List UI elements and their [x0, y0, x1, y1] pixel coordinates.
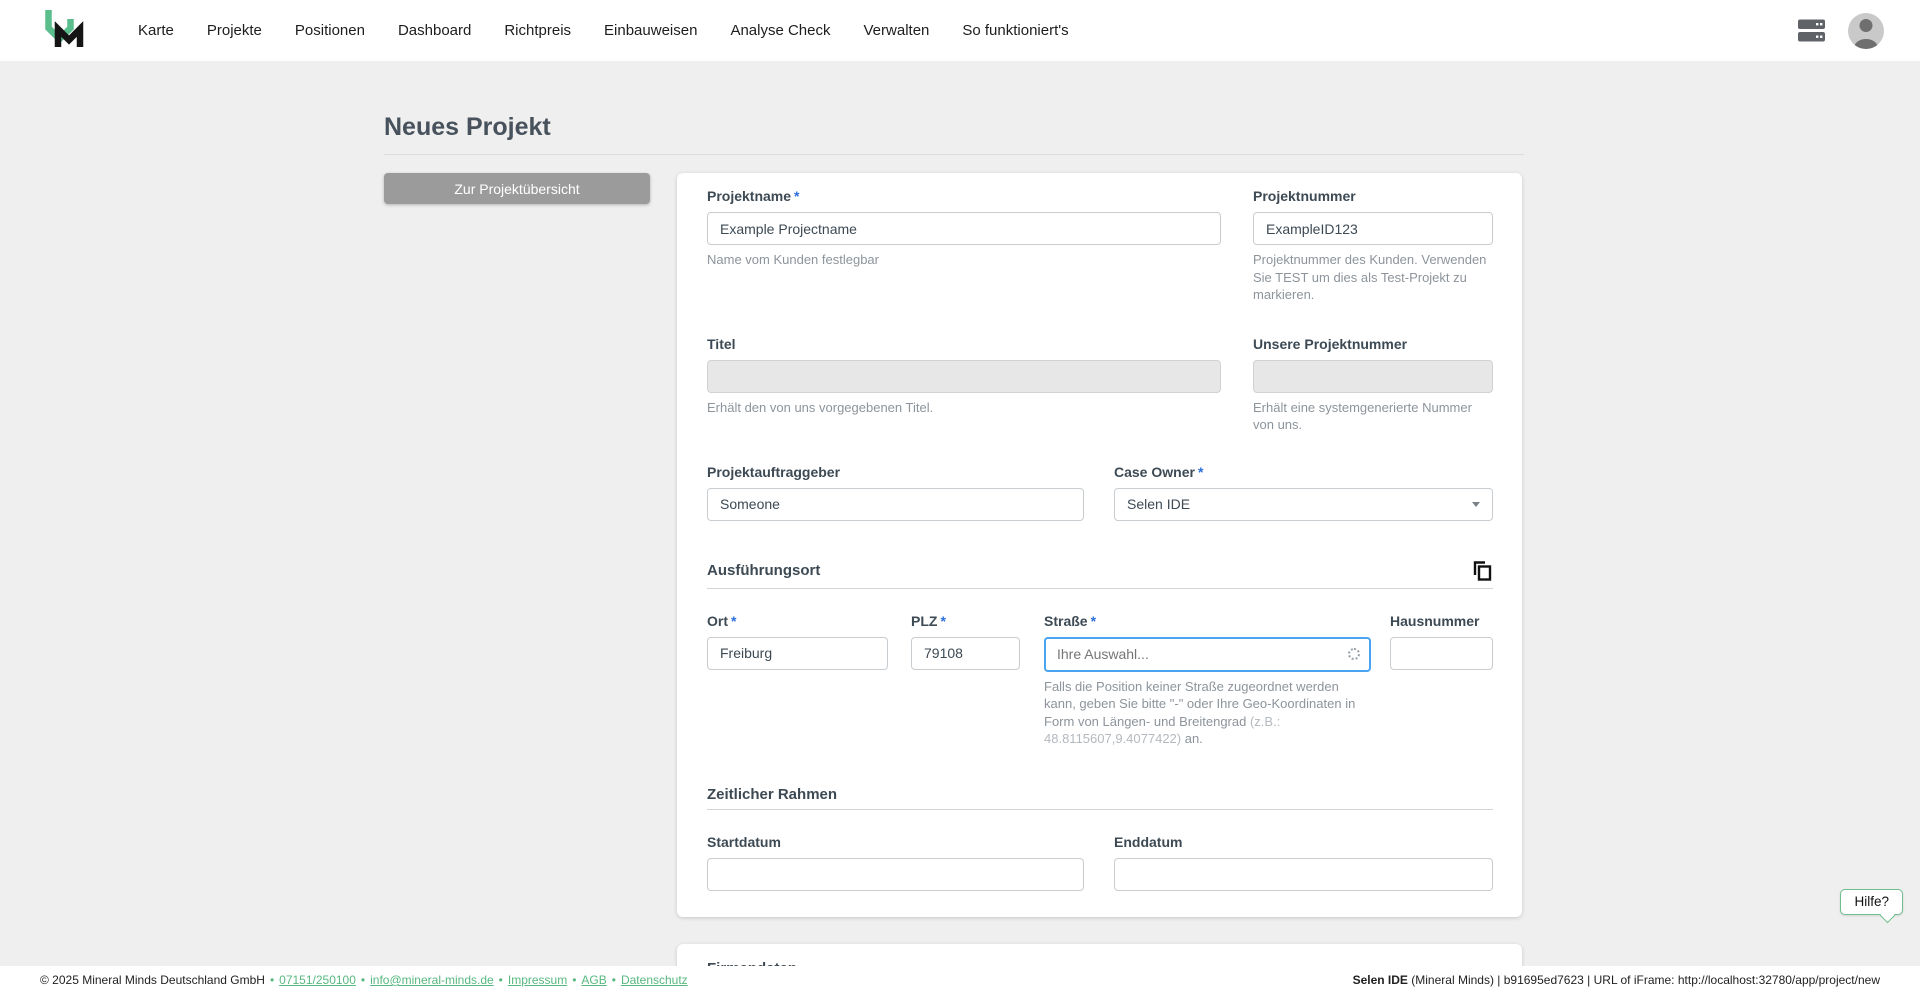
ort-label: Ort* — [707, 613, 888, 629]
nav-item-karte[interactable]: Karte — [138, 22, 174, 39]
title-divider — [384, 154, 1524, 155]
help-button-label: Hilfe? — [1854, 894, 1889, 909]
avatar-shoulders-icon — [1854, 39, 1878, 49]
enddatum-input[interactable] — [1114, 858, 1493, 891]
zeitlicher-rahmen-section-title: Zeitlicher Rahmen — [707, 786, 837, 803]
nav-item-richtpreis[interactable]: Richtpreis — [504, 22, 571, 39]
loading-spinner-icon — [1348, 648, 1360, 660]
required-asterisk: * — [1198, 464, 1203, 480]
logo-icon — [44, 7, 84, 55]
titel-input — [707, 360, 1221, 393]
required-asterisk: * — [940, 613, 945, 629]
case-owner-selected-value: Selen IDE — [1127, 496, 1190, 512]
top-nav: Karte Projekte Positionen Dashboard Rich… — [0, 0, 1920, 61]
titel-label: Titel — [707, 336, 1221, 352]
strasse-label: Straße* — [1044, 613, 1371, 629]
copy-icon[interactable] — [1471, 559, 1493, 582]
main-content: Neues Projekt Zur Projektübersicht Proje… — [0, 61, 1920, 966]
required-asterisk: * — [1091, 613, 1096, 629]
page-title: Neues Projekt — [384, 113, 1524, 142]
startdatum-label: Startdatum — [707, 834, 1084, 850]
ausfuehrungsort-section-title: Ausführungsort — [707, 562, 820, 579]
footer-agb-link[interactable]: AGB — [581, 973, 606, 987]
mineral-minds-logo[interactable] — [44, 7, 84, 55]
projektauftraggeber-input[interactable] — [707, 488, 1084, 521]
strasse-helper: Falls die Position keiner Straße zugeord… — [1044, 678, 1371, 748]
plz-label: PLZ* — [911, 613, 1020, 629]
unsere-projektnummer-label: Unsere Projektnummer — [1253, 336, 1493, 352]
required-asterisk: * — [794, 188, 799, 204]
hausnummer-input[interactable] — [1390, 637, 1493, 670]
footer-separator: • — [612, 973, 616, 987]
footer: © 2025 Mineral Minds Deutschland GmbH • … — [0, 966, 1920, 994]
nav-menu: Karte Projekte Positionen Dashboard Rich… — [138, 22, 1069, 39]
footer-session-info: Selen IDE (Mineral Minds) | b91695ed7623… — [1353, 973, 1880, 987]
nav-item-so-funktionierts[interactable]: So funktioniert's — [962, 22, 1068, 39]
chevron-down-icon — [1472, 502, 1480, 507]
projektnummer-input[interactable] — [1253, 212, 1493, 245]
unsere-projektnummer-input — [1253, 360, 1493, 393]
ort-input[interactable] — [707, 637, 888, 670]
projektname-helper: Name vom Kunden festlegbar — [707, 251, 1221, 269]
footer-separator: • — [361, 973, 365, 987]
nav-item-positionen[interactable]: Positionen — [295, 22, 365, 39]
projektname-label: Projektname* — [707, 188, 1221, 204]
project-form-card: Projektname* Name vom Kunden festlegbar … — [677, 173, 1522, 917]
nav-item-projekte[interactable]: Projekte — [207, 22, 262, 39]
footer-phone-link[interactable]: 07151/250100 — [279, 973, 356, 987]
nav-right-actions — [1797, 13, 1884, 49]
avatar-head-icon — [1860, 19, 1873, 32]
unsere-projektnummer-helper: Erhält eine systemgenerierte Nummer von … — [1253, 399, 1493, 434]
nav-item-einbauweisen[interactable]: Einbauweisen — [604, 22, 697, 39]
nav-item-verwalten[interactable]: Verwalten — [864, 22, 930, 39]
server-icon[interactable] — [1797, 17, 1826, 44]
hausnummer-label: Hausnummer — [1390, 613, 1493, 629]
footer-copyright: © 2025 Mineral Minds Deutschland GmbH — [40, 973, 265, 987]
footer-datenschutz-link[interactable]: Datenschutz — [621, 973, 688, 987]
projektauftraggeber-label: Projektauftraggeber — [707, 464, 1084, 480]
nav-item-dashboard[interactable]: Dashboard — [398, 22, 471, 39]
footer-separator: • — [499, 973, 503, 987]
titel-helper: Erhält den von uns vorgegebenen Titel. — [707, 399, 1221, 417]
enddatum-label: Enddatum — [1114, 834, 1493, 850]
plz-input[interactable] — [911, 637, 1020, 670]
startdatum-input[interactable] — [707, 858, 1084, 891]
footer-separator: • — [270, 973, 274, 987]
case-owner-select[interactable]: Selen IDE — [1114, 488, 1493, 521]
required-asterisk: * — [731, 613, 736, 629]
firmendaten-card: Firmendaten — [677, 944, 1522, 966]
case-owner-label: Case Owner* — [1114, 464, 1493, 480]
zeitlicher-rahmen-divider — [707, 809, 1493, 810]
help-button[interactable]: Hilfe? — [1840, 889, 1903, 915]
footer-impressum-link[interactable]: Impressum — [508, 973, 567, 987]
footer-email-link[interactable]: info@mineral-minds.de — [370, 973, 494, 987]
projektnummer-label: Projektnummer — [1253, 188, 1493, 204]
projektnummer-helper: Projektnummer des Kunden. Verwenden Sie … — [1253, 251, 1493, 304]
user-avatar[interactable] — [1848, 13, 1884, 49]
back-to-project-overview-button[interactable]: Zur Projektübersicht — [384, 173, 650, 204]
footer-separator: • — [572, 973, 576, 987]
strasse-input[interactable] — [1044, 637, 1371, 672]
ausfuehrungsort-divider — [707, 588, 1493, 589]
nav-item-analyse-check[interactable]: Analyse Check — [730, 22, 830, 39]
projektname-input[interactable] — [707, 212, 1221, 245]
